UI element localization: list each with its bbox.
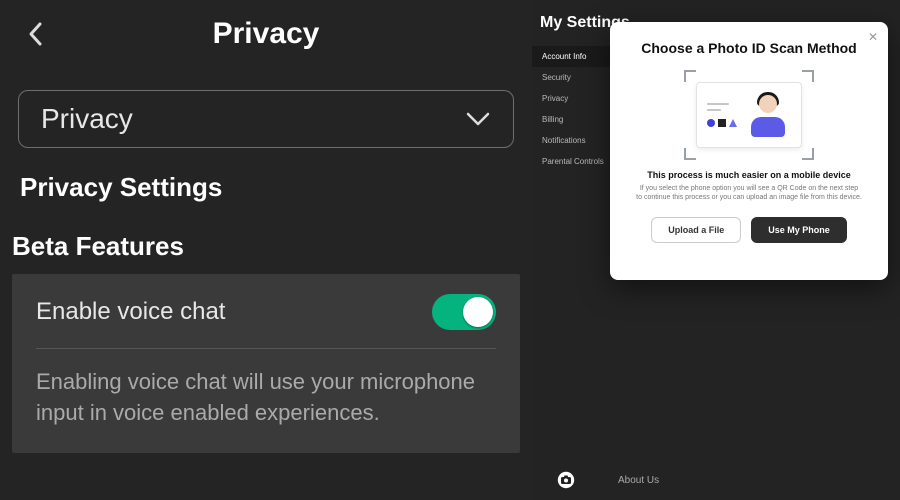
voice-chat-label: Enable voice chat xyxy=(36,298,225,326)
toggle-knob xyxy=(463,297,493,327)
voice-chat-description: Enabling voice chat will use your microp… xyxy=(36,367,496,429)
camera-icon-svg xyxy=(557,471,575,489)
app-root: Privacy Privacy Privacy Settings Beta Fe… xyxy=(0,0,900,500)
dropdown-selected-label: Privacy xyxy=(41,103,133,135)
sidebar-item-account-info[interactable]: Account Info xyxy=(532,46,612,67)
photo-id-modal: ✕ Choose a Photo ID Scan Method This pro… xyxy=(610,22,888,280)
sidebar-item-notifications[interactable]: Notifications xyxy=(532,130,612,151)
close-icon[interactable]: ✕ xyxy=(868,30,878,44)
avatar-icon xyxy=(750,93,786,137)
settings-footer: About Us xyxy=(532,470,900,490)
section-title-privacy-settings: Privacy Settings xyxy=(20,172,532,203)
voice-chat-card: Enable voice chat Enabling voice chat wi… xyxy=(12,274,520,453)
id-scan-illustration xyxy=(684,70,814,160)
privacy-panel: Privacy Privacy Privacy Settings Beta Fe… xyxy=(0,0,532,500)
modal-title: Choose a Photo ID Scan Method xyxy=(630,40,868,56)
use-my-phone-button[interactable]: Use My Phone xyxy=(751,217,847,243)
camera-icon[interactable] xyxy=(556,470,576,490)
voice-chat-toggle[interactable] xyxy=(432,294,496,330)
sidebar-item-privacy[interactable]: Privacy xyxy=(532,88,612,109)
id-card-graphic xyxy=(696,82,802,148)
sidebar-item-parental-controls[interactable]: Parental Controls xyxy=(532,151,612,172)
upload-file-button[interactable]: Upload a File xyxy=(651,217,741,243)
modal-subtitle: This process is much easier on a mobile … xyxy=(630,170,868,180)
chevron-down-icon xyxy=(465,111,491,127)
page-title: Privacy xyxy=(20,17,512,51)
modal-description: If you select the phone option you will … xyxy=(630,184,868,203)
about-us-link[interactable]: About Us xyxy=(618,475,659,486)
settings-nav: Account Info Security Privacy Billing No… xyxy=(532,42,612,172)
top-bar: Privacy xyxy=(0,0,532,68)
modal-actions: Upload a File Use My Phone xyxy=(630,217,868,243)
sidebar-item-security[interactable]: Security xyxy=(532,67,612,88)
voice-chat-row: Enable voice chat xyxy=(36,294,496,349)
section-title-beta-features: Beta Features xyxy=(12,231,532,262)
privacy-dropdown[interactable]: Privacy xyxy=(18,90,514,148)
sidebar-item-billing[interactable]: Billing xyxy=(532,109,612,130)
